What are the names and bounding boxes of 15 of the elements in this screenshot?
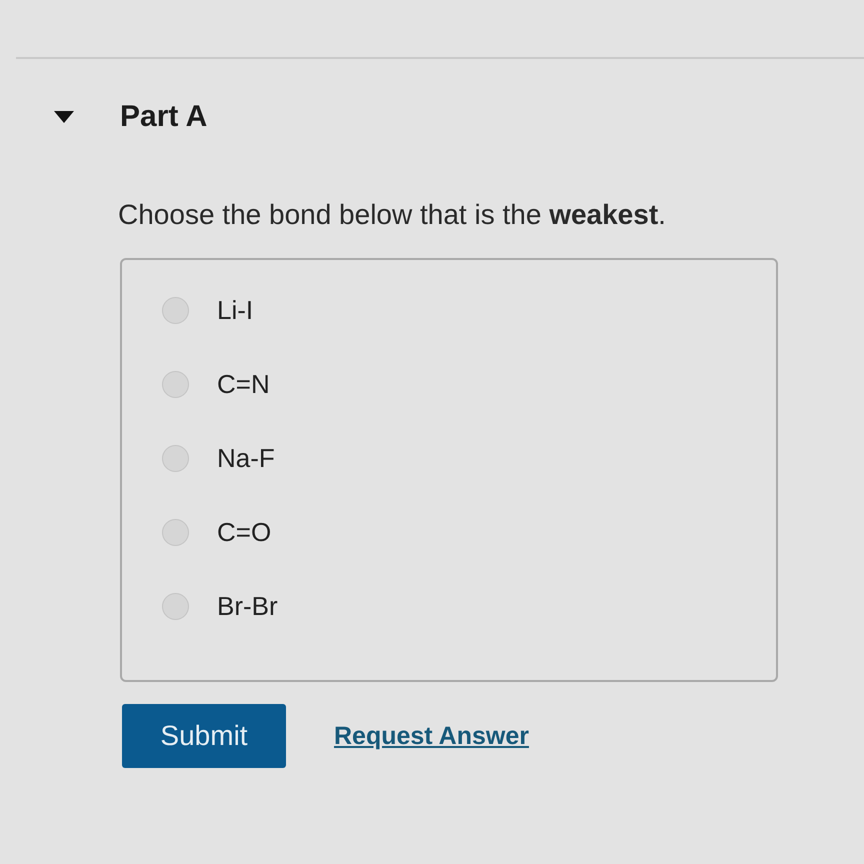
radio-button[interactable] [162, 444, 189, 472]
option-label[interactable]: C=O [217, 519, 272, 545]
radio-button[interactable] [162, 592, 189, 620]
caret-down-icon[interactable] [54, 111, 74, 123]
radio-button[interactable] [162, 518, 189, 546]
submit-button[interactable]: Submit [122, 704, 286, 768]
option-label[interactable]: Na-F [217, 445, 275, 471]
option-label[interactable]: Br-Br [217, 593, 278, 619]
radio-button[interactable] [162, 296, 189, 324]
radio-button[interactable] [162, 370, 189, 398]
part-title: Part A [120, 102, 208, 132]
request-answer-link[interactable]: Request Answer [334, 724, 529, 748]
option-label[interactable]: C=N [217, 371, 270, 397]
option-label[interactable]: Li-I [217, 297, 254, 323]
question-text: Choose the bond below that is the weakest. [118, 199, 666, 230]
